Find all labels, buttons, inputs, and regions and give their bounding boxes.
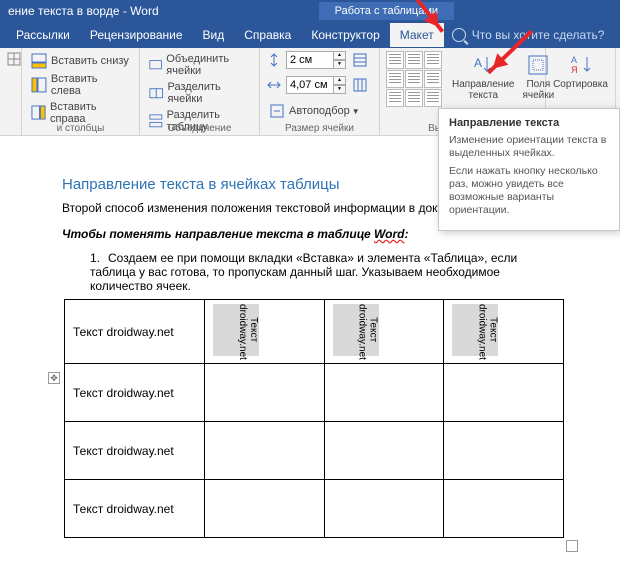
- align-mr[interactable]: [424, 70, 442, 88]
- insert-below-button[interactable]: Вставить снизу: [28, 51, 133, 71]
- insert-below-icon: [31, 53, 47, 69]
- align-mc[interactable]: [405, 70, 423, 88]
- group-delete: [0, 48, 22, 135]
- table-cell[interactable]: Текст droidway.net: [65, 422, 205, 480]
- align-tl[interactable]: [386, 51, 404, 69]
- insert-left-button[interactable]: Вставить слева: [28, 71, 133, 99]
- distribute-rows-icon[interactable]: [352, 52, 368, 68]
- autofit-icon: [269, 103, 285, 119]
- delete-icon[interactable]: [6, 51, 22, 81]
- width-icon: [266, 77, 282, 93]
- alignment-grid: [386, 51, 442, 107]
- height-spinner[interactable]: ▲▼: [334, 51, 346, 69]
- tooltip-body-2: Если нажать кнопку несколько раз, можно …: [449, 165, 609, 217]
- table-cell[interactable]: Текст droidway.net: [324, 300, 444, 364]
- table-cell[interactable]: Текст droidway.net: [65, 364, 205, 422]
- merge-cells-button[interactable]: Объединить ячейки: [146, 51, 253, 79]
- group-label: Объединение: [140, 123, 259, 134]
- align-br[interactable]: [424, 89, 442, 107]
- doc-title: ение текста в ворде - Word: [8, 4, 159, 18]
- tab-review[interactable]: Рецензирование: [80, 23, 193, 47]
- tab-view[interactable]: Вид: [193, 23, 235, 47]
- width-spinner[interactable]: ▲▼: [334, 76, 346, 94]
- group-cell-size: ▲▼ ▲▼ Автоподбор▼ Размер ячейки: [260, 48, 380, 135]
- tooltip-text-direction: Направление текста Изменение ориентации …: [438, 108, 620, 231]
- table-resize-handle[interactable]: [566, 540, 578, 552]
- split-icon: [149, 85, 163, 101]
- col-width-input[interactable]: [286, 76, 334, 94]
- svg-text:Я: Я: [571, 65, 578, 75]
- title-bar: ение текста в ворде - Word Работа с табл…: [0, 0, 620, 22]
- table-move-handle[interactable]: ✥: [48, 372, 60, 384]
- insert-left-icon: [31, 77, 47, 93]
- align-bc[interactable]: [405, 89, 423, 107]
- sample-table[interactable]: Текст droidway.net Текст droidway.net Те…: [64, 299, 564, 538]
- tooltip-body-1: Изменение ориентации текста в выделенных…: [449, 134, 609, 160]
- height-icon: [266, 52, 282, 68]
- tab-table-design[interactable]: Конструктор: [301, 23, 389, 47]
- lightbulb-icon: [452, 28, 466, 42]
- align-tr[interactable]: [424, 51, 442, 69]
- merge-icon: [149, 57, 162, 73]
- align-bl[interactable]: [386, 89, 404, 107]
- tab-help[interactable]: Справка: [234, 23, 301, 47]
- sort-icon: AЯ: [569, 53, 593, 77]
- split-cells-button[interactable]: Разделить ячейки: [146, 79, 253, 107]
- list-item-1: 1.Создаем ее при помощи вкладки «Вставка…: [90, 251, 560, 293]
- table-cell[interactable]: Текст droidway.net: [65, 480, 205, 538]
- dropdown-icon: ▼: [352, 107, 360, 116]
- table-cell[interactable]: Текст droidway.net: [205, 300, 325, 364]
- group-label: Размер ячейки: [260, 123, 379, 134]
- tab-mailings[interactable]: Рассылки: [6, 23, 80, 47]
- row-height-input[interactable]: [286, 51, 334, 69]
- sort-button[interactable]: AЯ Сортировка: [549, 51, 612, 92]
- text-direction-button[interactable]: A Направление текста: [448, 51, 518, 103]
- distribute-cols-icon[interactable]: [352, 77, 368, 93]
- group-merge: Объединить ячейки Разделить ячейки Разде…: [140, 48, 260, 135]
- tooltip-title: Направление текста: [449, 117, 609, 129]
- table-cell[interactable]: Текст droidway.net: [444, 300, 564, 364]
- insert-right-icon: [31, 105, 46, 121]
- align-tc[interactable]: [405, 51, 423, 69]
- autofit-button[interactable]: Автоподбор▼: [266, 101, 373, 121]
- align-ml[interactable]: [386, 70, 404, 88]
- svg-text:A: A: [571, 55, 577, 65]
- group-rows-cols: Вставить снизу Вставить слева Вставить с…: [22, 48, 140, 135]
- table-cell[interactable]: Текст droidway.net: [65, 300, 205, 364]
- group-label: и столбцы: [22, 123, 139, 134]
